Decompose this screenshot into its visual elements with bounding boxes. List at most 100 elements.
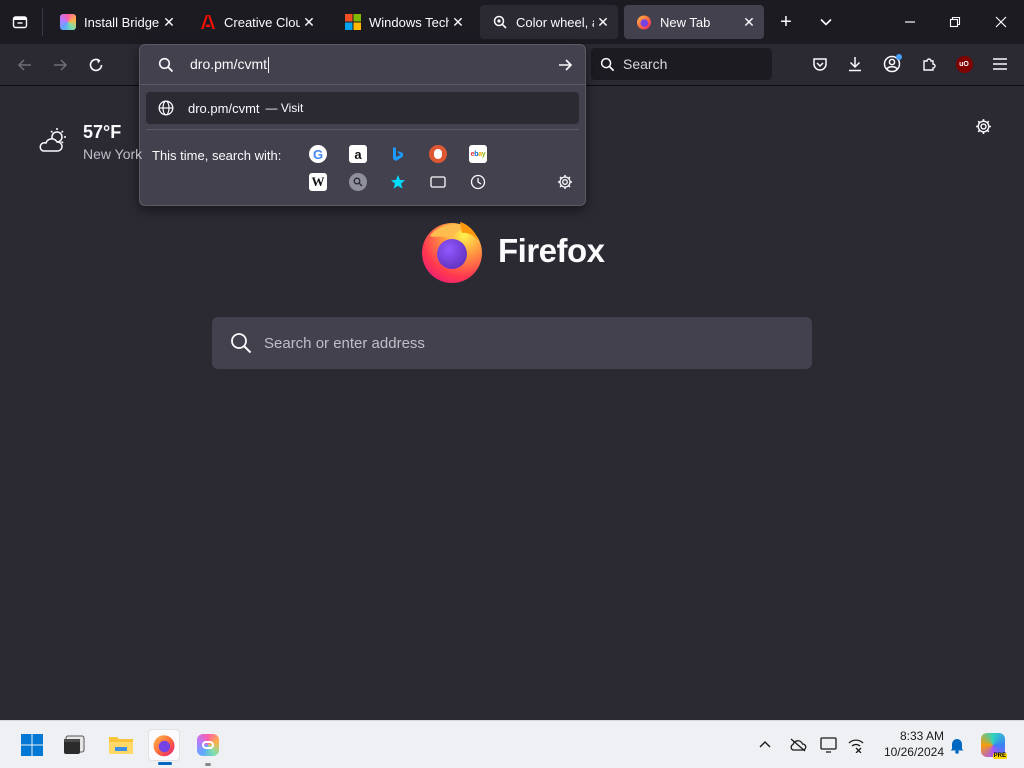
close-tab-icon[interactable]: ✕ [160, 14, 178, 31]
search-icon [158, 57, 174, 72]
minimize-button[interactable] [896, 8, 924, 36]
file-explorer-app[interactable] [105, 729, 137, 761]
toolbar-search-box[interactable]: Search [591, 48, 772, 80]
search-settings-button[interactable] [556, 173, 574, 191]
tab-title: Color wheel, a [516, 14, 594, 30]
newtab-settings-button[interactable] [970, 113, 996, 139]
running-indicator [205, 763, 211, 766]
notification-dot [896, 54, 902, 60]
system-clock[interactable]: 8:33 AM 10/26/2024 [872, 728, 944, 760]
star-icon [391, 175, 405, 189]
weather-temperature: 57°F [83, 122, 122, 142]
search-placeholder: Search [623, 56, 668, 72]
forward-arrow-icon [54, 59, 68, 71]
close-window-button[interactable] [987, 8, 1015, 36]
show-hidden-icons-button[interactable] [752, 729, 778, 761]
start-button[interactable] [16, 729, 48, 761]
reload-button[interactable] [83, 52, 109, 78]
globe-icon [158, 100, 174, 116]
copilot-button[interactable]: PRE [977, 729, 1009, 761]
oneoff-search-label: This time, search with: [152, 148, 282, 163]
firefox-view-button[interactable] [8, 10, 32, 34]
terminal-app[interactable] [58, 729, 90, 761]
download-icon [849, 57, 861, 72]
hamburger-menu-icon [993, 58, 1007, 70]
chevron-down-icon [820, 18, 832, 26]
list-all-tabs-button[interactable] [814, 10, 838, 34]
magnifier-icon [353, 177, 363, 187]
ublock-button[interactable]: uO [952, 52, 976, 76]
app-menu-button[interactable] [988, 52, 1012, 76]
puzzle-icon [923, 58, 936, 71]
plus-icon: + [780, 10, 792, 33]
search-engine-button[interactable] [349, 173, 367, 191]
account-button[interactable] [880, 52, 904, 76]
ebay-engine-button[interactable]: ebay [469, 145, 487, 163]
tab-creative-cloud[interactable]: Creative Cloud: C ✕ [188, 5, 324, 39]
clock-icon [470, 174, 486, 190]
close-tab-icon[interactable]: ✕ [449, 14, 467, 31]
url-input[interactable]: dro.pm/cvmt [140, 45, 585, 85]
folder-icon [109, 737, 133, 754]
downloads-button[interactable] [843, 52, 867, 76]
extensions-button[interactable] [917, 52, 941, 76]
display-tray[interactable] [816, 729, 842, 761]
pocket-button[interactable] [808, 52, 832, 76]
notifications-button[interactable] [944, 729, 970, 761]
close-tab-icon[interactable]: ✕ [740, 14, 758, 31]
duckduckgo-engine-button[interactable] [429, 145, 447, 163]
active-indicator [158, 762, 172, 765]
partly-cloudy-icon [39, 128, 66, 152]
wikipedia-icon: W [311, 174, 325, 189]
reload-icon [89, 58, 103, 72]
url-result-row[interactable]: dro.pm/cvmt — Visit [146, 92, 579, 124]
windows-taskbar: PRE [0, 720, 1024, 768]
tab-title: Windows Technic [369, 14, 449, 30]
pocket-icon [813, 58, 827, 71]
google-engine-button[interactable]: G [309, 145, 327, 163]
bookmarks-button[interactable] [389, 173, 407, 191]
newtab-search-input[interactable]: Search or enter address [212, 317, 812, 369]
google-icon: G [312, 146, 324, 162]
cloud-offline-icon [790, 738, 807, 752]
tab-title: Install Bridge | Ad [84, 14, 160, 30]
close-tab-icon[interactable]: ✕ [594, 14, 612, 31]
arrow-right-icon [559, 59, 573, 71]
wikipedia-engine-button[interactable]: W [309, 173, 327, 191]
monitor-icon [820, 737, 837, 753]
new-tab-button[interactable]: + [774, 10, 798, 34]
restore-icon [949, 16, 961, 28]
tab-color-wheel[interactable]: Color wheel, a ✕ [480, 5, 618, 39]
firefox-view-icon [12, 16, 28, 29]
bing-icon [393, 147, 403, 161]
cloud-sync-tray[interactable] [785, 729, 811, 761]
tab-title: New Tab [660, 14, 711, 30]
forward-button[interactable] [47, 52, 73, 78]
bing-engine-button[interactable] [389, 145, 407, 163]
firefox-icon [153, 735, 175, 757]
tab-new-tab[interactable]: New Tab ✕ [624, 5, 764, 39]
restore-button[interactable] [941, 8, 969, 36]
network-tray[interactable] [843, 729, 869, 761]
firefox-icon [636, 14, 652, 30]
tab-install-bridge[interactable]: Install Bridge | Ad ✕ [48, 5, 184, 39]
creative-cloud-icon [197, 734, 219, 756]
url-input-value: dro.pm/cvmt [190, 55, 270, 74]
tab-title: Creative Cloud: C [224, 14, 300, 30]
history-button[interactable] [469, 173, 487, 191]
amazon-engine-button[interactable]: a [349, 145, 367, 163]
tab-windows-technic[interactable]: Windows Technic ✕ [333, 5, 473, 39]
back-button[interactable] [12, 52, 38, 78]
close-tab-icon[interactable]: ✕ [300, 14, 318, 31]
weather-location: New York [83, 146, 143, 162]
clock-date: 10/26/2024 [883, 745, 944, 759]
firefox-taskbar-app[interactable] [148, 729, 180, 765]
search-icon [231, 333, 252, 354]
creative-cloud-app[interactable] [192, 729, 224, 766]
windows-icon [345, 14, 361, 30]
go-button[interactable] [555, 55, 575, 75]
search-icon [600, 57, 615, 71]
tabs-button[interactable] [429, 173, 447, 191]
firefox-logo [420, 218, 486, 289]
tab-icon [430, 176, 446, 188]
